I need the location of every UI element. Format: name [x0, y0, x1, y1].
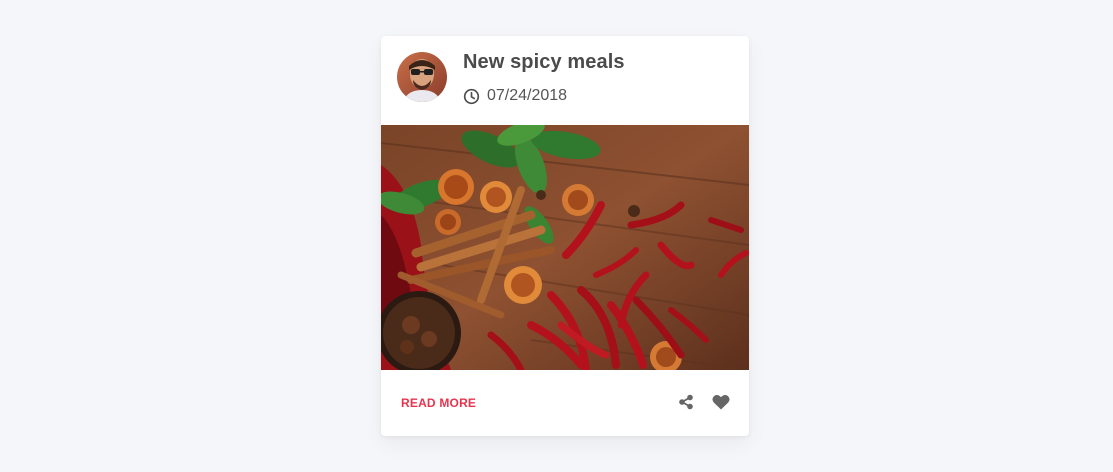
- share-button[interactable]: [674, 390, 698, 414]
- avatar[interactable]: [397, 52, 447, 102]
- post-date: 07/24/2018: [487, 87, 568, 104]
- share-icon: [679, 394, 693, 410]
- card-header: New spicy meals 07/24/2018: [381, 36, 749, 125]
- heart-icon: [712, 395, 730, 410]
- post-card: New spicy meals 07/24/2018 READ MORE: [381, 36, 749, 436]
- post-date-row: 07/24/2018: [463, 87, 567, 105]
- clock-icon: [463, 88, 480, 104]
- avatar-image: [397, 52, 447, 102]
- read-more-link[interactable]: READ MORE: [401, 396, 476, 410]
- card-actions: READ MORE: [381, 370, 749, 436]
- post-title: New spicy meals: [463, 51, 625, 73]
- post-image: [381, 125, 749, 370]
- like-button[interactable]: [709, 390, 733, 414]
- spices-photo: [381, 125, 749, 370]
